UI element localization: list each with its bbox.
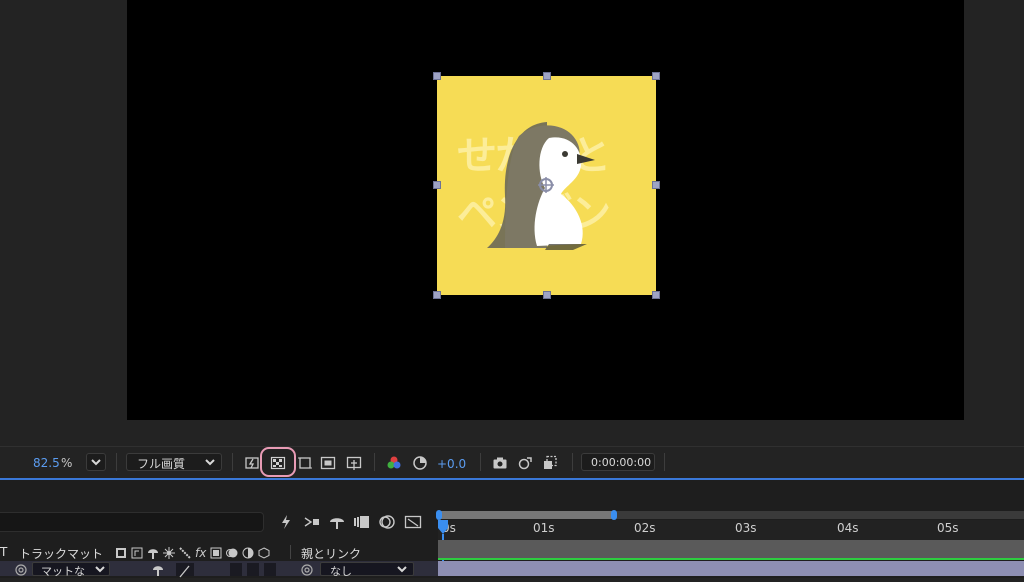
chevron-down-icon [205,459,215,466]
penguin-layer[interactable]: せかいと ペンギン [437,76,656,295]
3d-switch[interactable] [264,563,276,576]
chevron-down-icon [397,566,407,573]
channel-alpha-icon[interactable] [541,454,559,472]
column-header-parent-link[interactable]: 親とリンク [301,545,361,562]
hide-shy-layers-icon[interactable] [303,514,321,530]
shy-switch-icon[interactable] [152,564,164,576]
handle-top-right[interactable] [652,72,660,80]
graph-editor-icon[interactable] [378,514,396,530]
toolbar-divider [480,453,481,471]
column-header-track-matte[interactable]: トラックマット [19,545,103,562]
motion-blur-icon[interactable] [353,514,371,530]
zoom-dropdown[interactable] [86,453,106,471]
fast-preview-icon[interactable] [243,454,261,472]
resolution-label: フル画質 [137,457,186,471]
layer-switches-header: fx [115,546,285,560]
grid-guides-icon[interactable] [345,454,363,472]
spiral-icon [15,564,27,576]
solo-icon [116,548,126,558]
adjustment-layer-icon [242,547,254,559]
toolbar-divider [664,453,665,471]
handle-top-left[interactable] [433,72,441,80]
camera-icon[interactable] [491,454,509,472]
zoom-unit: % [61,456,73,470]
ruler-label: 04s [837,521,859,535]
parent-dropdown[interactable]: なし [320,562,414,578]
ruler-label: 02s [634,521,656,535]
work-area-end-handle[interactable] [611,510,617,520]
region-of-interest-icon[interactable] [319,454,337,472]
column-divider [290,545,291,559]
column-header-t: T [0,545,8,559]
lock-icon [131,547,143,559]
current-time-display[interactable]: 0:00:00:00 [581,453,655,471]
show-snapshot-icon[interactable] [516,454,534,472]
penguin-illustration [487,122,595,250]
frame-blend-icon [210,547,222,559]
toolbar-divider [232,453,233,471]
toolbar-divider [374,453,375,471]
track-matte-value: マットな [41,565,85,578]
ruler-label: 03s [735,521,757,535]
effects-icon: fx [195,546,207,560]
motion-blur-switch-icon [226,548,238,558]
pick-whip-icon[interactable] [300,564,314,576]
render-status-line [438,558,1024,560]
color-channels-icon[interactable] [385,454,403,472]
handle-bottom-left[interactable] [433,291,441,299]
layer-duration-bar[interactable] [438,540,1024,558]
motion-blur-switch[interactable] [247,563,259,576]
composition-mini-flowchart-icon[interactable] [404,514,422,530]
quality-switch[interactable] [176,563,194,578]
zoom-value[interactable]: 82.5 [33,456,60,470]
chevron-down-icon [91,459,101,466]
handle-bottom-center[interactable] [543,291,551,299]
chevron-down-icon [95,566,105,573]
handle-middle-left[interactable] [433,181,441,189]
quality-icon [179,547,191,559]
handle-bottom-right[interactable] [652,291,660,299]
draft-3d-icon[interactable] [279,514,293,530]
frame-blend-switch[interactable] [230,563,242,576]
work-area-bar[interactable] [440,511,614,519]
3d-layer-icon [258,547,270,559]
checkerboard-icon[interactable] [269,454,287,472]
parent-value: なし [330,565,352,578]
reset-exposure-icon[interactable] [411,454,429,472]
toolbar-divider [572,453,573,471]
timecode: 0:00:00:00 [591,456,652,469]
mask-visibility-icon[interactable] [296,454,314,472]
handle-top-center[interactable] [543,72,551,80]
toolbar-divider [116,453,117,471]
track-matte-dropdown[interactable]: マットな [32,562,110,578]
frame-blending-icon[interactable] [328,514,346,530]
exposure-value[interactable]: +0.0 [437,457,466,471]
timeline-search-input[interactable] [0,512,264,532]
ruler-label: 01s [533,521,555,535]
resolution-dropdown[interactable]: フル画質 [126,453,222,471]
work-area-start-handle[interactable] [436,510,442,520]
layer-bar-lower[interactable] [438,561,1024,576]
ruler-label: 05s [937,521,959,535]
collapse-icon [163,547,175,559]
handle-middle-right[interactable] [652,181,660,189]
shy-icon [148,549,158,559]
